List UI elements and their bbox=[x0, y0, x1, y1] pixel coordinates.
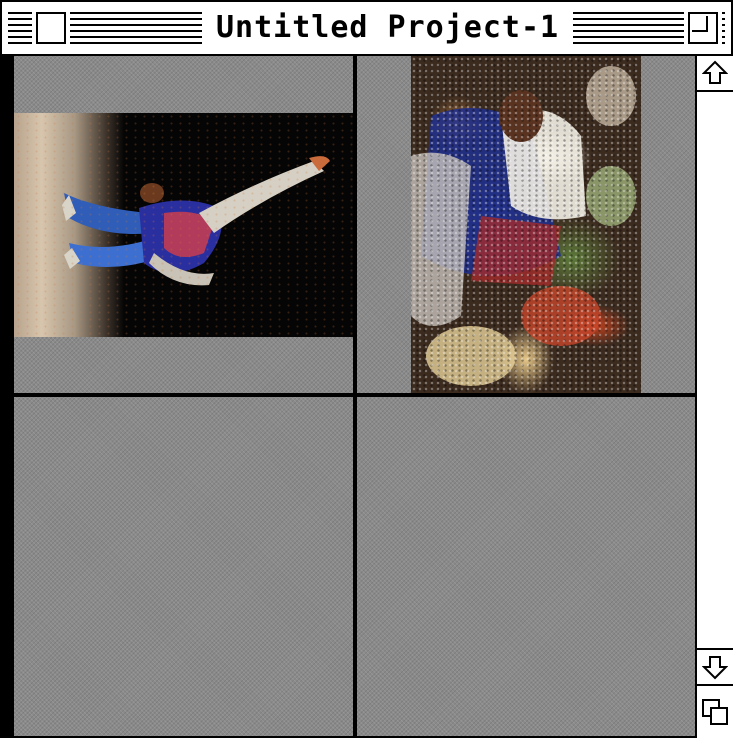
grid-cell-1[interactable] bbox=[14, 56, 353, 393]
scroll-track[interactable] bbox=[697, 92, 733, 648]
project-window: Untitled Project-1 bbox=[0, 0, 733, 738]
scroll-down-button[interactable] bbox=[697, 648, 733, 686]
grid-cell-4[interactable] bbox=[357, 397, 695, 736]
grid-cell-2[interactable] bbox=[357, 56, 695, 393]
gymnast-photo[interactable] bbox=[14, 113, 353, 337]
down-arrow-icon bbox=[702, 656, 728, 680]
window-title: Untitled Project-1 bbox=[202, 8, 574, 48]
close-box-icon[interactable] bbox=[36, 12, 66, 44]
crowd-photo[interactable] bbox=[411, 56, 641, 393]
project-grid bbox=[0, 56, 695, 738]
grid-cell-3[interactable] bbox=[14, 397, 353, 736]
scroll-up-button[interactable] bbox=[697, 56, 733, 92]
up-arrow-icon bbox=[702, 60, 728, 84]
size-box[interactable] bbox=[697, 686, 733, 738]
zoom-box-icon[interactable] bbox=[688, 12, 718, 44]
title-bar[interactable]: Untitled Project-1 bbox=[0, 0, 733, 56]
size-box-icon bbox=[702, 699, 728, 725]
vertical-scrollbar[interactable] bbox=[695, 56, 733, 738]
